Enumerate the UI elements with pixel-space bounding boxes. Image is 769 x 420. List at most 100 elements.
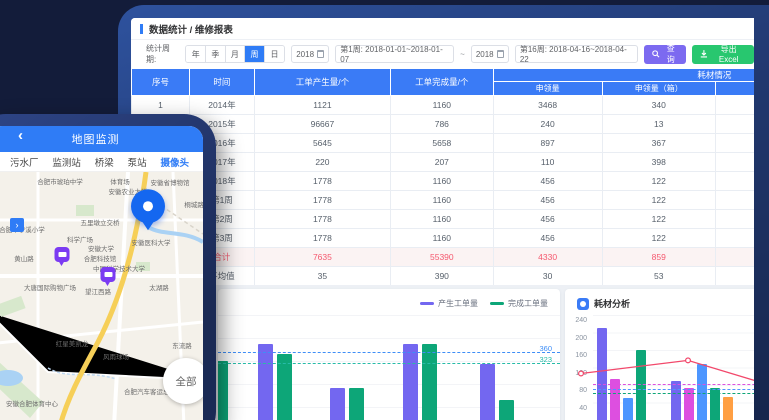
start-week-input[interactable]: 第1周: 2018-01-01~2018-01-07	[335, 45, 454, 63]
phone-tab-泵站[interactable]: 泵站	[128, 155, 147, 169]
legend-label: 产生工单量	[438, 298, 478, 309]
cell: 2014年	[189, 96, 254, 115]
phone-header: ‹ 地图监测	[0, 126, 203, 152]
cell: 1778	[254, 172, 390, 191]
period-option-日[interactable]: 日	[265, 46, 285, 62]
back-chevron-icon[interactable]: ‹	[18, 127, 23, 144]
chart-title-icon	[577, 298, 589, 310]
cell: 90	[716, 153, 754, 172]
camera-pin[interactable]	[101, 267, 116, 282]
charts-section: 产生工单量完成工单量360323 耗材分析申领量4080120160200240	[131, 285, 754, 420]
download-icon	[700, 50, 708, 58]
cell: 456	[493, 191, 602, 210]
avg-row: 平均值35390305311114	[132, 267, 755, 286]
map-label: 大唐国际购物广场	[24, 282, 76, 292]
col-header: 工单完成量/个	[390, 69, 493, 96]
period-option-年[interactable]: 年	[186, 46, 206, 62]
phone-tab-bar: 污水厂监测站桥梁泵站摄像头	[0, 152, 203, 172]
period-segmented-control: 年季月周日	[185, 45, 285, 63]
bar	[277, 354, 292, 420]
end-year-select[interactable]: 2018	[471, 45, 509, 63]
start-year-select[interactable]: 2018	[291, 45, 329, 63]
map-label: 望江西路	[85, 286, 111, 296]
cell: 456	[493, 172, 602, 191]
cell: 1	[132, 96, 190, 115]
cell: 3468	[493, 96, 602, 115]
bar	[218, 361, 228, 420]
map-label: 五里墩立交桥	[81, 217, 120, 227]
y-tick-label: 240	[565, 317, 587, 324]
map-label: 安徽大学	[88, 243, 114, 253]
cell: 55390	[390, 248, 493, 267]
phone-tab-监测站[interactable]: 监测站	[52, 155, 81, 169]
trend-line	[593, 315, 754, 420]
legend-item: 完成工单量	[490, 298, 548, 309]
reference-label: 360	[539, 344, 552, 353]
cell: 124	[716, 134, 754, 153]
cell: 122	[602, 172, 716, 191]
y-tick-label: 200	[565, 335, 587, 342]
period-option-季[interactable]: 季	[206, 46, 226, 62]
export-excel-button[interactable]: 导出Excel	[692, 45, 754, 64]
period-option-周[interactable]: 周	[245, 46, 265, 62]
phone-tab-摄像头[interactable]: 摄像头	[160, 155, 189, 169]
end-week-input[interactable]: 第16周: 2018-04-16~2018-04-22	[515, 45, 638, 63]
selected-location-pin[interactable]	[131, 189, 165, 223]
cell: 1121	[254, 96, 390, 115]
total-row: 合计7635553904330859349334	[132, 248, 755, 267]
map-expander-button[interactable]: ›	[10, 218, 24, 232]
phone-tab-桥梁[interactable]: 桥梁	[95, 155, 114, 169]
col-header: 时间	[189, 69, 254, 96]
map-view[interactable]: 合肥市琥珀中学体育场安徽农业大学安徽省博物馆桐城路五里墩立交桥合肥市宁溪小学科学…	[0, 172, 203, 420]
legend-dash	[490, 302, 504, 305]
camera-pin[interactable]	[55, 247, 70, 262]
cell: 1778	[254, 210, 390, 229]
period-label: 统计周期:	[146, 43, 179, 65]
col-header: 序号	[132, 69, 190, 96]
dashboard-screen: 数据统计 / 维修报表 统计周期: 年季月周日 2018 第1周: 2018-0…	[131, 18, 754, 420]
cell: 1160	[390, 210, 493, 229]
calendar-icon	[497, 50, 504, 58]
chart-title: 耗材分析	[577, 297, 630, 310]
mixed-plot	[593, 315, 754, 420]
chart-legend: 产生工单量 完成工单量	[420, 298, 548, 309]
table-row: 7第2周177811604561227967	[132, 210, 755, 229]
cell: 220	[254, 153, 390, 172]
group-header: 耗材情况	[493, 69, 754, 82]
report-table: 序号时间工单产生量/个工单完成量/个耗材情况申领量申领量（箱）领用量库存量120…	[131, 68, 754, 285]
cell: 456	[493, 210, 602, 229]
cell: 398	[602, 153, 716, 172]
table-row: 42017年2202071103989019	[132, 153, 755, 172]
cell: 7635	[254, 248, 390, 267]
cell: 367	[602, 134, 716, 153]
cell: 1778	[254, 229, 390, 248]
cell: 79	[716, 210, 754, 229]
cell: 390	[390, 267, 493, 286]
reference-line: 360	[218, 352, 560, 353]
cell: 1160	[390, 172, 493, 191]
map-label: 风雨球场	[103, 351, 129, 361]
table-row: 52018年177811604561227967	[132, 172, 755, 191]
phone-tab-污水厂[interactable]: 污水厂	[10, 155, 39, 169]
table-row: 12014年11211160346834070250	[132, 96, 755, 115]
query-button[interactable]: 查询	[644, 45, 686, 64]
y-tick-label: 40	[565, 405, 587, 412]
cell: 30	[493, 267, 602, 286]
bar	[330, 388, 345, 420]
reference-label: 323	[539, 355, 552, 364]
table-row: 22015年96667786240137690	[132, 115, 755, 134]
phone-screen: ‹ 地图监测 污水厂监测站桥梁泵站摄像头 合肥市琥珀中学体育场安徽农业大学安徽省…	[0, 126, 203, 420]
breadcrumb: 数据统计 / 维修报表	[149, 22, 233, 36]
y-tick-label: 160	[565, 352, 587, 359]
map-label: 安徽合肥体育中心	[6, 398, 58, 408]
cell: 79	[716, 229, 754, 248]
map-label: 安徽省博物馆	[151, 177, 190, 187]
consumables-chart-card: 耗材分析申领量4080120160200240	[565, 289, 754, 420]
sub-col-header: 申领量	[493, 82, 602, 96]
all-filter-button[interactable]: 全部	[163, 358, 203, 404]
cell: 122	[602, 210, 716, 229]
period-option-月[interactable]: 月	[226, 46, 246, 62]
map-label: 红星美凯龙	[56, 338, 89, 348]
map-label: 合肥市琥珀中学	[37, 176, 83, 186]
map-label: 安徽医科大学	[132, 237, 171, 247]
